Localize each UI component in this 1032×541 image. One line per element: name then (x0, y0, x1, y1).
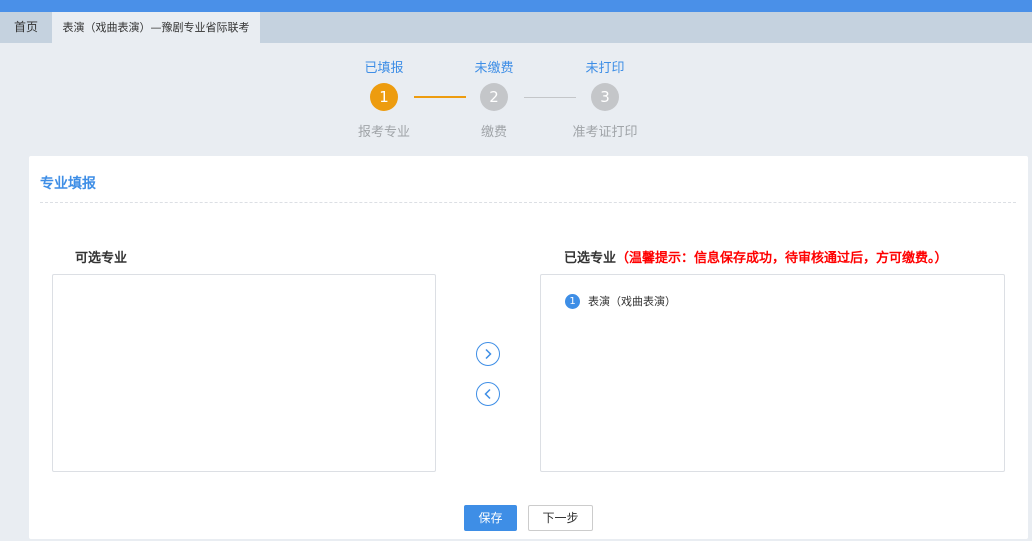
step-2-status: 未缴费 (474, 61, 514, 76)
item-number-badge: 1 (565, 293, 580, 309)
step-connector-2 (524, 97, 576, 98)
step-connector-1 (414, 96, 466, 98)
panel-title: 专业填报 (40, 176, 96, 192)
step-1-label: 报考专业 (357, 125, 410, 140)
chevron-right-circle-icon (485, 348, 492, 360)
selected-label-row: 已选专业（温馨提示：信息保存成功，待审核通过后，方可缴费。） (564, 247, 948, 266)
list-item[interactable]: 1 表演（戏曲表演） (565, 293, 676, 309)
step-2-label: 缴费 (480, 125, 507, 140)
progress-steps: 已填报 未缴费 未打印 1 2 3 报考专业 缴费 准考证打印 (330, 56, 680, 146)
step-1-circle: 1 (370, 83, 398, 111)
item-name: 表演（戏曲表演） (588, 295, 676, 308)
next-step-button[interactable]: 下一步 (528, 505, 593, 531)
chevron-left-circle-icon (484, 388, 491, 400)
selected-label: 已选专业 (564, 251, 617, 266)
move-left-button[interactable] (476, 382, 500, 406)
panel-divider (40, 202, 1016, 203)
move-right-button[interactable] (476, 342, 500, 366)
save-button[interactable]: 保存 (464, 505, 517, 531)
step-3-status: 未打印 (585, 61, 625, 76)
top-bar (0, 0, 1032, 12)
available-list[interactable] (52, 274, 436, 472)
step-3-circle: 3 (591, 83, 619, 111)
available-label: 可选专业 (75, 251, 128, 266)
tab-exam[interactable]: 表演（戏曲表演）—豫剧专业省际联考 (52, 12, 260, 43)
tab-home[interactable]: 首页 (0, 12, 52, 43)
step-1-status: 已填报 (364, 61, 404, 76)
step-2-circle: 2 (480, 83, 508, 111)
step-3-label: 准考证打印 (572, 125, 638, 140)
save-hint: （温馨提示：信息保存成功，待审核通过后，方可缴费。） (616, 251, 948, 266)
major-panel: 专业填报 可选专业 已选专业（温馨提示：信息保存成功，待审核通过后，方可缴费。）… (29, 156, 1028, 539)
tab-bar: 首页 表演（戏曲表演）—豫剧专业省际联考 (0, 12, 1032, 43)
selected-list[interactable]: 1 表演（戏曲表演） (540, 274, 1005, 472)
